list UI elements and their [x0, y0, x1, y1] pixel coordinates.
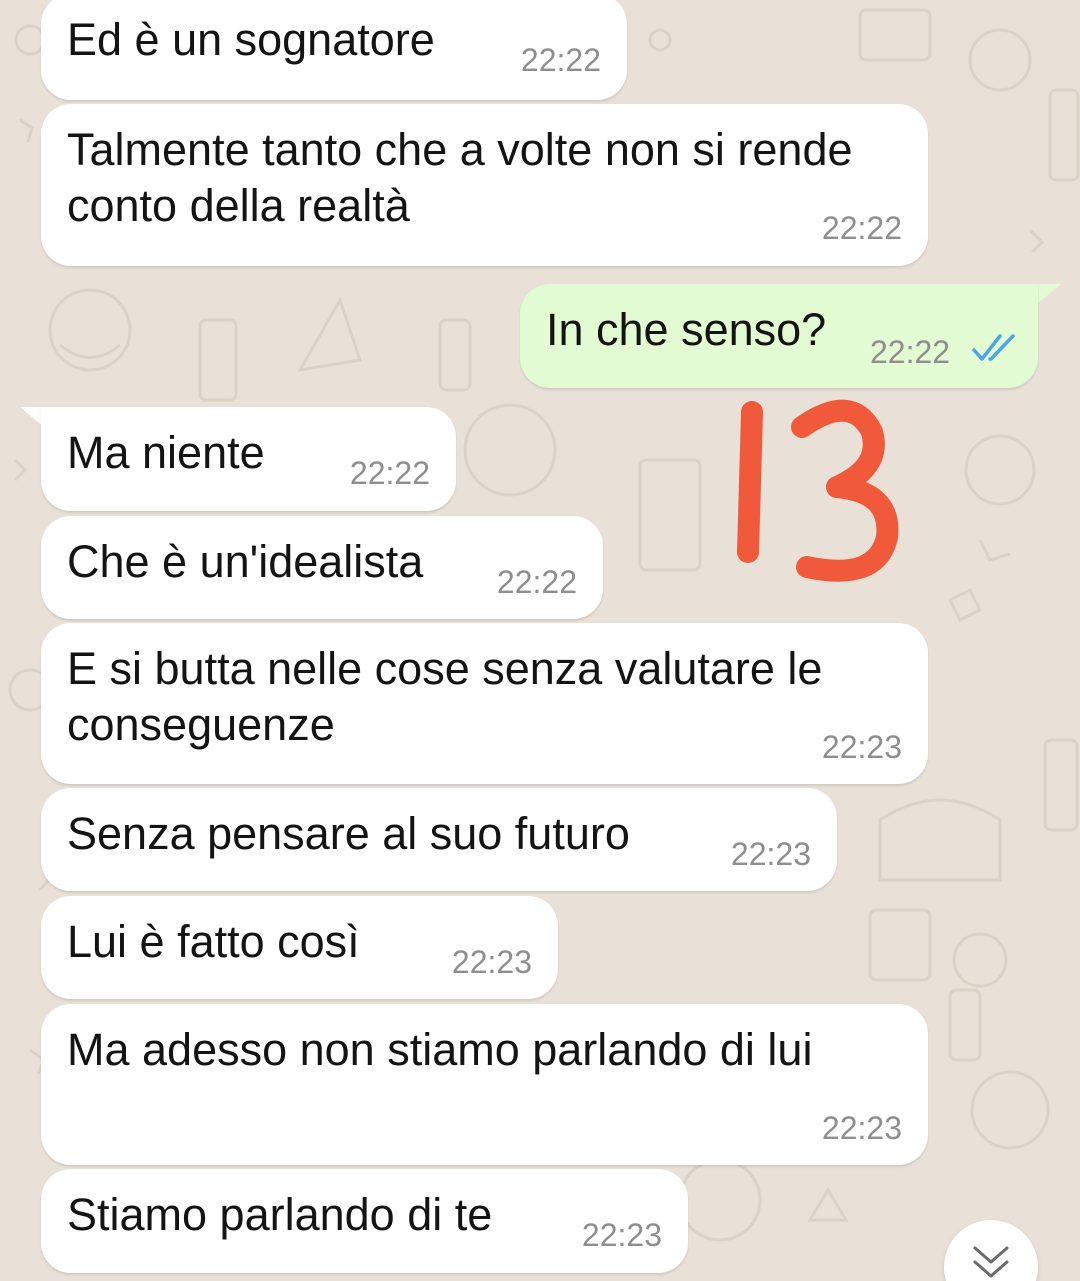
incoming-message[interactable]: Talmente tanto che a volte non si rende …	[41, 104, 928, 266]
message-timestamp: 22:23	[821, 1110, 902, 1146]
incoming-message[interactable]: Senza pensare al suo futuro 22:23	[41, 788, 837, 891]
message-text: Stiamo parlando di te	[67, 1189, 493, 1240]
incoming-message[interactable]: Lui è fatto così 22:23	[41, 896, 558, 999]
message-text: Senza pensare al suo futuro	[67, 808, 630, 859]
message-timestamp: 22:22	[821, 210, 902, 246]
incoming-message[interactable]: Ma adesso non stiamo parlando di lui 22:…	[41, 1004, 928, 1165]
message-timestamp: 22:23	[451, 944, 532, 980]
message-timestamp: 22:22	[520, 42, 601, 78]
message-timestamp: 22:22	[496, 564, 577, 600]
handwritten-annotation-13	[737, 399, 899, 582]
message-text: E si butta nelle cose senza valutare le …	[67, 643, 823, 750]
message-text: Ma adesso non stiamo parlando di lui	[67, 1024, 813, 1075]
incoming-message[interactable]: Che è un'idealista 22:22	[41, 516, 603, 619]
message-timestamp: 22:23	[730, 836, 811, 872]
double-chevron-down-icon	[973, 1246, 1009, 1278]
message-timestamp: 22:22	[349, 455, 430, 491]
incoming-message[interactable]: E si butta nelle cose senza valutare le …	[41, 623, 928, 784]
double-check-icon	[972, 334, 1015, 361]
incoming-message[interactable]: Ed è un sognatore 22:22	[41, 0, 627, 100]
message-timestamp: 22:22	[870, 334, 951, 370]
message-text: Talmente tanto che a volte non si rende …	[67, 124, 853, 231]
incoming-message[interactable]: Ma niente 22:22	[41, 407, 456, 511]
incoming-message[interactable]: Stiamo parlando di te 22:23	[41, 1169, 688, 1273]
message-timestamp: 22:23	[821, 729, 902, 765]
message-timestamp: 22:23	[581, 1217, 662, 1253]
chat-view: Ed è un sognatore 22:22 Talmente tanto c…	[0, 0, 1080, 1281]
outgoing-message[interactable]: In che senso? 22:22	[520, 284, 1038, 388]
